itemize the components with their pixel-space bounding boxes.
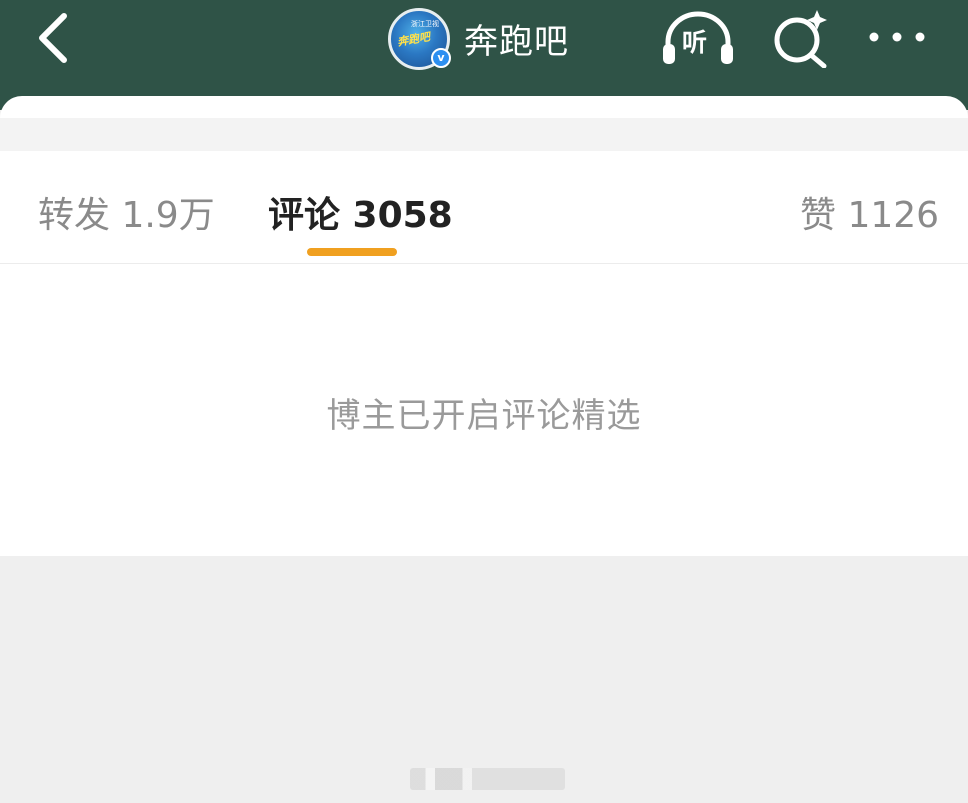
tab-comment[interactable]: 评论 3058 xyxy=(268,186,453,238)
divider xyxy=(0,263,968,264)
empty-area xyxy=(0,556,968,803)
comment-selection-notice: 博主已开启评论精选 xyxy=(326,396,642,436)
chevron-left-icon xyxy=(39,13,67,63)
avatar-subtext: 浙江卫视 xyxy=(411,20,439,28)
card-separator xyxy=(0,118,968,151)
active-tab-indicator xyxy=(307,248,397,256)
more-icon xyxy=(869,32,925,42)
listen-button[interactable]: 听 xyxy=(660,10,736,66)
back-button[interactable] xyxy=(30,10,80,66)
watermark xyxy=(410,768,565,790)
account-name[interactable]: 奔跑吧 xyxy=(464,14,569,63)
tab-like[interactable]: 赞 1126 xyxy=(800,186,939,238)
ai-search-icon xyxy=(774,10,827,69)
search-button[interactable] xyxy=(770,6,832,69)
screen: 浙江卫视 奔跑吧 v 奔跑吧 听 转发 1.9万 评论 3058 赞 1126 … xyxy=(0,0,968,803)
listen-label: 听 xyxy=(682,28,708,57)
top-bar: 浙江卫视 奔跑吧 v 奔跑吧 听 xyxy=(0,0,968,110)
tab-repost[interactable]: 转发 1.9万 xyxy=(38,186,215,238)
avatar-logo-text: 奔跑吧 xyxy=(396,30,431,49)
verified-badge: v xyxy=(431,48,451,68)
more-button[interactable] xyxy=(862,22,932,52)
